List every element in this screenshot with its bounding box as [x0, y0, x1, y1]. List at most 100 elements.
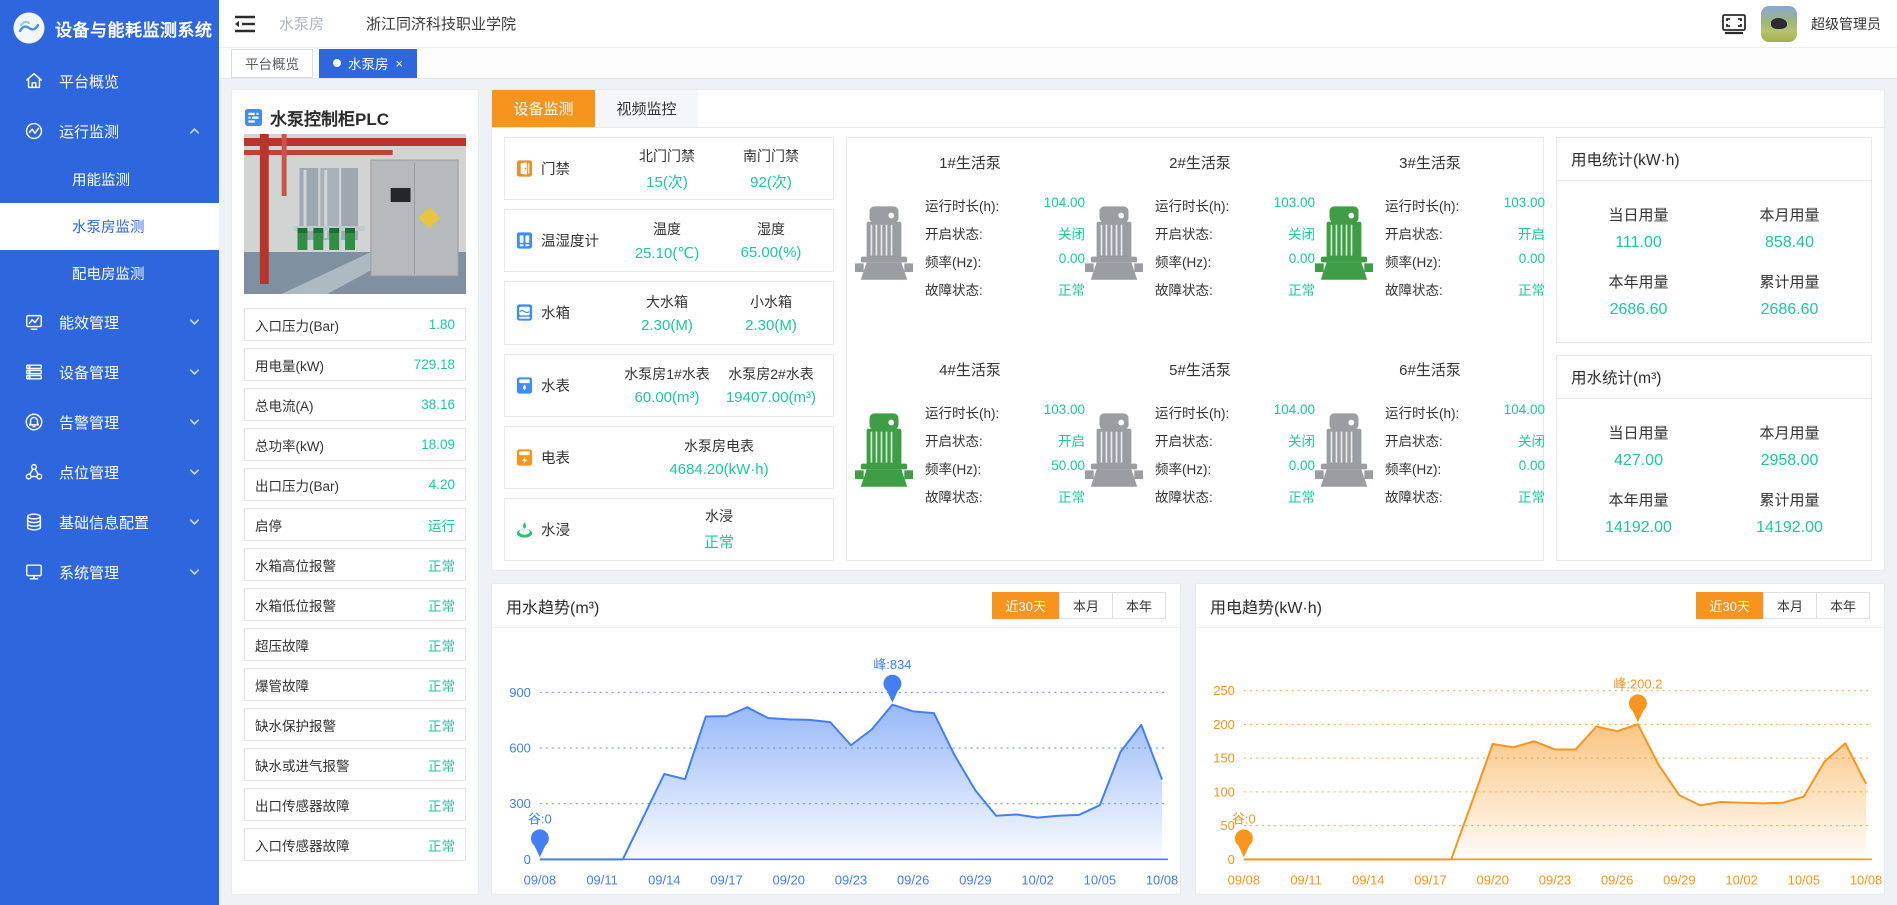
- chart-plot: 05010015020025009/0809/1109/1409/1709/20…: [1196, 628, 1884, 895]
- alarm-icon: [24, 412, 44, 432]
- tab-平台概览[interactable]: 平台概览: [231, 49, 313, 78]
- sidebar-item-能效管理[interactable]: 能效管理: [0, 297, 219, 347]
- sensor-metric: 水泵房2#水表19407.00(m³): [719, 364, 823, 406]
- sensor-card-温湿度计: 温湿度计温度25.10(℃)湿度65.00(%): [504, 209, 834, 272]
- pump-grid: 1#生活泵 运行时长(h):104.00开启状态:关闭频率(Hz):0.00故障…: [846, 137, 1544, 561]
- svg-text:200: 200: [1213, 717, 1235, 732]
- pump-unit-4#生活泵: 4#生活泵 运行时长(h):103.00开启状态:开启频率(Hz):50.00故…: [855, 349, 1085, 556]
- sensor-metric-label: 水泵房2#水表: [719, 364, 823, 384]
- sidebar-item-设备管理[interactable]: 设备管理: [0, 347, 219, 397]
- sidebar-item-label: 设备管理: [59, 362, 119, 383]
- range-button-本年[interactable]: 本年: [1112, 592, 1166, 619]
- sidebar-item-基础信息配置[interactable]: 基础信息配置: [0, 497, 219, 547]
- pump-metric-row: 开启状态:关闭: [1385, 430, 1545, 450]
- sidebar-item-配电房监测[interactable]: 配电房监测: [0, 250, 219, 297]
- sidebar-item-运行监测[interactable]: 运行监测: [0, 106, 219, 156]
- stats-metric-label: 当日用量: [1563, 422, 1714, 443]
- pump-body: 运行时长(h):104.00开启状态:关闭频率(Hz):0.00故障状态:正常: [1085, 394, 1315, 514]
- svg-text:10/05: 10/05: [1788, 872, 1820, 887]
- app-title: 设备与能耗监测系统: [55, 16, 213, 41]
- thermo-hygrometer-icon: [515, 231, 534, 250]
- stats-metric: 本年用量14192.00: [1563, 489, 1714, 537]
- pump-metric-value: 关闭: [1288, 430, 1315, 450]
- range-button-本月[interactable]: 本月: [1059, 592, 1113, 619]
- plc-row-label: 入口传感器故障: [255, 835, 350, 855]
- stats-metric-label: 累计用量: [1714, 489, 1865, 510]
- sidebar-collapse-icon[interactable]: [233, 13, 257, 35]
- stats-metric-value: 2686.60: [1714, 301, 1865, 319]
- pump-title: 4#生活泵: [939, 359, 1001, 380]
- pump-metric-value: 0.00: [1289, 251, 1315, 271]
- svg-text:峰:834: 峰:834: [873, 657, 911, 672]
- stats-metric-value: 2686.60: [1563, 301, 1714, 319]
- pump-metric-value: 正常: [1058, 486, 1085, 506]
- svg-text:09/29: 09/29: [1663, 872, 1695, 887]
- topbar-right: 超级管理员: [1721, 6, 1881, 42]
- chevron-down-icon: [188, 316, 201, 329]
- sensor-metric-label: 水浸: [615, 506, 823, 526]
- sidebar-item-点位管理[interactable]: 点位管理: [0, 447, 219, 497]
- breadcrumb-room[interactable]: 水泵房: [279, 13, 324, 34]
- pump-icon: [855, 413, 913, 491]
- pump-unit-1#生活泵: 1#生活泵 运行时长(h):104.00开启状态:关闭频率(Hz):0.00故障…: [855, 142, 1085, 349]
- range-button-近30天[interactable]: 近30天: [992, 592, 1060, 619]
- pump-metric-label: 频率(Hz):: [1385, 251, 1441, 271]
- device-tab-设备监测[interactable]: 设备监测: [492, 90, 595, 127]
- page-tabs: 平台概览水泵房×: [219, 48, 1897, 79]
- plc-row-label: 爆管故障: [255, 675, 309, 695]
- username[interactable]: 超级管理员: [1811, 14, 1881, 34]
- svg-text:09/20: 09/20: [773, 872, 805, 887]
- fullscreen-icon[interactable]: [1721, 13, 1747, 35]
- svg-text:09/26: 09/26: [1601, 872, 1633, 887]
- app-logo: 设备与能耗监测系统: [0, 0, 219, 56]
- plc-row-出口压力(Bar): 出口压力(Bar)4.20: [244, 468, 466, 501]
- avatar[interactable]: [1761, 6, 1797, 42]
- breadcrumb-school: 浙江同济科技职业学院: [366, 13, 516, 34]
- pump-metric-label: 运行时长(h):: [1155, 402, 1229, 422]
- pump-metrics: 运行时长(h):103.00开启状态:关闭频率(Hz):0.00故障状态:正常: [1155, 187, 1315, 307]
- pump-body: 运行时长(h):104.00开启状态:关闭频率(Hz):0.00故障状态:正常: [855, 187, 1085, 307]
- sidebar-item-水泵房监测[interactable]: 水泵房监测: [0, 203, 219, 250]
- plc-row-label: 总电流(A): [255, 395, 314, 415]
- sensor-id: 水箱: [515, 302, 615, 323]
- sensor-metric: 小水箱2.30(M): [719, 292, 823, 334]
- pump-metrics: 运行时长(h):104.00开启状态:关闭频率(Hz):0.00故障状态:正常: [1385, 394, 1545, 514]
- sidebar-item-用能监测[interactable]: 用能监测: [0, 156, 219, 203]
- pump-on-icon: [855, 413, 913, 496]
- pump-icon: [1085, 413, 1143, 491]
- stats-metric-label: 累计用量: [1714, 271, 1865, 292]
- sidebar-item-系统管理[interactable]: 系统管理: [0, 547, 219, 597]
- plc-row-value: 正常: [428, 555, 455, 575]
- pump-metric-label: 开启状态:: [925, 223, 983, 243]
- sensor-card-门禁: 门禁北门门禁15(次)南门门禁92(次): [504, 137, 834, 200]
- tab-水泵房[interactable]: 水泵房×: [319, 49, 417, 78]
- plc-panel-title: 水泵控制柜PLC: [270, 105, 389, 130]
- range-button-近30天[interactable]: 近30天: [1696, 592, 1764, 619]
- pump-metric-value: 103.00: [1044, 402, 1085, 422]
- plc-row-label: 用电量(kW): [255, 355, 324, 375]
- tab-active-dot: [333, 59, 341, 67]
- device-tab-视频监控[interactable]: 视频监控: [595, 90, 698, 127]
- sidebar-item-告警管理[interactable]: 告警管理: [0, 397, 219, 447]
- pump-metric-value: 104.00: [1044, 195, 1085, 215]
- tab-label: 平台概览: [245, 53, 299, 73]
- sensor-id: 电表: [515, 447, 615, 468]
- svg-text:09/17: 09/17: [710, 872, 742, 887]
- stats-metric: 本月用量858.40: [1714, 204, 1865, 252]
- svg-text:100: 100: [1213, 784, 1235, 799]
- sidebar-item-平台概览[interactable]: 平台概览: [0, 56, 219, 106]
- pump-metric-row: 开启状态:关闭: [1155, 223, 1315, 243]
- sensor-metric-label: 小水箱: [719, 292, 823, 312]
- pump-metric-value: 50.00: [1051, 458, 1085, 478]
- range-button-本月[interactable]: 本月: [1763, 592, 1817, 619]
- range-button-本年[interactable]: 本年: [1816, 592, 1870, 619]
- charts-row: 用水趋势(m³)近30天本月本年 030060090009/0809/1109/…: [491, 583, 1885, 895]
- pump-title: 3#生活泵: [1399, 152, 1461, 173]
- svg-text:10/08: 10/08: [1146, 872, 1178, 887]
- pump-metric-value: 正常: [1288, 486, 1315, 506]
- sidebar-item-label: 平台概览: [59, 71, 119, 92]
- sensor-values: 水泵房1#水表60.00(m³)水泵房2#水表19407.00(m³): [615, 364, 823, 406]
- stats-metric-label: 当日用量: [1563, 204, 1714, 225]
- tab-close-icon[interactable]: ×: [396, 57, 404, 70]
- plc-row-value: 1.80: [429, 317, 455, 332]
